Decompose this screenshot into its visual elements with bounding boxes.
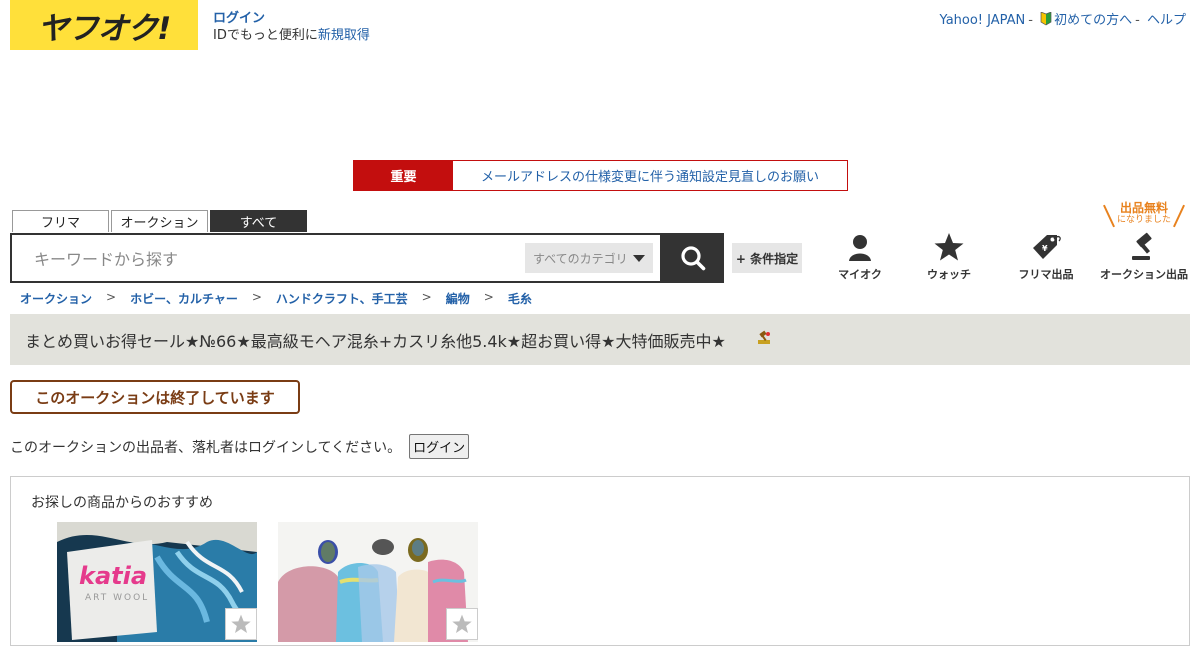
- important-notice[interactable]: 重要 メールアドレスの仕様変更に伴う通知設定見直しのお願い: [353, 160, 848, 191]
- recommended-item[interactable]: [278, 522, 478, 642]
- category-select-value: すべてのカテゴリ: [533, 251, 628, 266]
- flea-listing-label: フリマ出品: [1018, 268, 1074, 281]
- auction-hammer-icon: [756, 330, 772, 350]
- recommendation-panel: お探しの商品からのおすすめ katia ART WOOL: [10, 476, 1190, 646]
- item-title-bar: まとめ買いお得セール★№66★最高級モヘア混糸+カスリ糸他5.4k★超お買い得★…: [10, 314, 1190, 365]
- watch-star-button[interactable]: [225, 608, 257, 640]
- breadcrumb: オークション > ホビー、カルチャー > ハンドクラフト、手工芸 > 編物 > …: [20, 290, 532, 307]
- login-link[interactable]: ログイン: [213, 11, 265, 26]
- flea-listing-button[interactable]: ¥ フリマ出品: [998, 232, 1094, 282]
- recommendation-heading: お探しの商品からのおすすめ: [31, 495, 213, 511]
- top-links: Yahoo! JAPAN - 初めての方へ - ヘルプ: [940, 9, 1186, 28]
- separator: -: [1028, 13, 1033, 28]
- breadcrumb-item[interactable]: 毛糸: [508, 290, 532, 307]
- recommended-item[interactable]: katia ART WOOL: [57, 522, 257, 642]
- notice-message[interactable]: メールアドレスの仕様変更に伴う通知設定見直しのお願い: [453, 161, 847, 190]
- breadcrumb-separator: >: [483, 290, 494, 304]
- breadcrumb-item[interactable]: オークション: [20, 290, 92, 307]
- logo-text: ヤフオク!: [37, 10, 172, 47]
- yahoo-japan-link[interactable]: Yahoo! JAPAN: [940, 13, 1026, 28]
- breadcrumb-item[interactable]: 編物: [446, 290, 470, 307]
- card-brand-text: katia: [79, 562, 147, 590]
- watch-star-button[interactable]: [446, 608, 478, 640]
- free-listing-badge: 出品無料 になりました: [1100, 201, 1188, 228]
- free-badge-main: 出品無料: [1119, 201, 1168, 215]
- login-prompt: このオークションの出品者、落札者はログインしてください。 ログイン: [10, 434, 470, 459]
- watch-label: ウォッチ: [927, 268, 971, 281]
- condition-button[interactable]: + 条件指定: [732, 243, 802, 273]
- id-promo-text: IDでもっと便利に: [213, 28, 318, 43]
- tab-auction[interactable]: オークション: [111, 210, 208, 232]
- category-select[interactable]: すべてのカテゴリ: [525, 243, 653, 273]
- breadcrumb-separator: >: [106, 290, 117, 304]
- star-icon: [934, 233, 964, 261]
- breadcrumb-item[interactable]: ハンドクラフト、手工芸: [276, 290, 408, 307]
- search-input[interactable]: [32, 245, 516, 273]
- search-button[interactable]: [662, 233, 724, 283]
- search-icon: [681, 246, 706, 271]
- login-prompt-text: このオークションの出品者、落札者はログインしてください。: [10, 439, 402, 456]
- beginners-link[interactable]: 初めての方へ: [1054, 13, 1132, 28]
- svg-text:¥: ¥: [1042, 244, 1048, 253]
- person-icon: [849, 235, 871, 261]
- star-icon: [231, 614, 251, 633]
- breadcrumb-item[interactable]: ホビー、カルチャー: [130, 290, 238, 307]
- separator: -: [1135, 13, 1140, 28]
- login-button[interactable]: ログイン: [409, 434, 470, 459]
- gavel-icon: [1132, 232, 1152, 260]
- tab-flea-market[interactable]: フリマ: [12, 210, 109, 232]
- login-block: ログイン IDでもっと便利に新規取得: [213, 10, 370, 44]
- chevron-down-icon: [633, 254, 645, 262]
- breadcrumb-separator: >: [421, 290, 432, 304]
- card-sub-text: ART WOOL: [85, 593, 149, 603]
- item-title: まとめ買いお得セール★№66★最高級モヘア混糸+カスリ糸他5.4k★超お買い得★…: [25, 331, 726, 351]
- signup-link[interactable]: 新規取得: [318, 28, 370, 43]
- auction-ended-badge: このオークションは終了しています: [10, 380, 300, 414]
- price-tag-icon: ¥: [1033, 235, 1061, 259]
- notice-badge: 重要: [354, 161, 453, 190]
- auction-listing-button[interactable]: オークション出品: [1096, 232, 1192, 282]
- beginner-mark-icon: [1040, 11, 1052, 26]
- search-tabs: フリマ オークション すべて: [12, 210, 307, 232]
- star-icon: [452, 614, 472, 633]
- my-auction-label: マイオク: [838, 268, 882, 281]
- my-auction-button[interactable]: マイオク: [812, 232, 908, 282]
- breadcrumb-separator: >: [251, 290, 262, 304]
- tab-all[interactable]: すべて: [210, 210, 307, 232]
- auction-listing-label: オークション出品: [1100, 268, 1188, 281]
- yahuoku-logo[interactable]: ヤフオク!: [10, 0, 198, 50]
- help-link[interactable]: ヘルプ: [1147, 13, 1186, 28]
- watch-button[interactable]: ウォッチ: [901, 232, 997, 282]
- search-box: すべてのカテゴリ: [10, 233, 662, 283]
